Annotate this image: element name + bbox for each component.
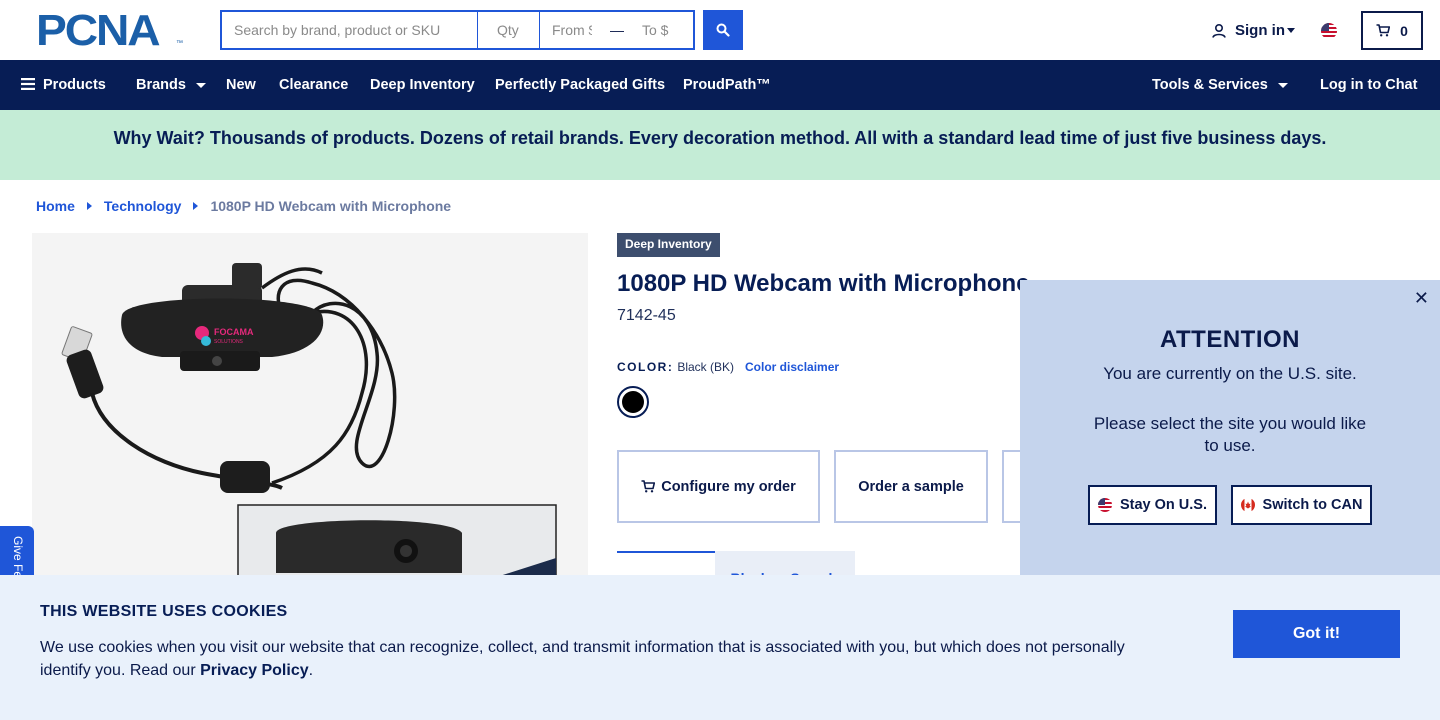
nav-proudpath[interactable]: ProudPath™ bbox=[683, 60, 771, 110]
nav-clearance[interactable]: Clearance bbox=[279, 60, 348, 110]
color-swatch-fill bbox=[622, 391, 644, 413]
image-logo-line2: SOLUTIONS bbox=[214, 339, 244, 345]
cookie-message-period: . bbox=[308, 662, 314, 679]
cookie-banner: THIS WEBSITE USES COOKIES We use cookies… bbox=[0, 575, 1440, 720]
sign-in-label: Sign in bbox=[1235, 22, 1285, 39]
nav-tools-label: Tools & Services bbox=[1152, 77, 1268, 93]
user-icon bbox=[1212, 23, 1226, 38]
attention-title: ATTENTION bbox=[1159, 326, 1301, 353]
price-range: — bbox=[540, 10, 695, 50]
price-from-input[interactable] bbox=[540, 13, 604, 47]
breadcrumb-separator-icon bbox=[86, 202, 92, 210]
search-input[interactable] bbox=[220, 10, 478, 50]
cookie-message: We use cookies when you visit our websit… bbox=[40, 636, 1150, 682]
stay-us-label: Stay On U.S. bbox=[1119, 497, 1208, 513]
search-button[interactable] bbox=[703, 10, 743, 50]
breadcrumb-separator-icon bbox=[193, 202, 199, 210]
chevron-down-icon bbox=[195, 82, 206, 88]
chevron-down-icon bbox=[1277, 82, 1288, 88]
order-sample-label: Order a sample bbox=[858, 478, 964, 495]
logo-text: PCNA bbox=[36, 6, 161, 55]
nav-products[interactable]: Products bbox=[21, 60, 106, 110]
cart-button[interactable]: 0 bbox=[1361, 11, 1423, 50]
breadcrumb-current: 1080P HD Webcam with Microphone bbox=[210, 198, 452, 214]
nav-gifts[interactable]: Perfectly Packaged Gifts bbox=[495, 60, 665, 110]
cookie-accept-button[interactable]: Got it! bbox=[1233, 610, 1400, 658]
site-header: PCNA ™ — Sign in bbox=[0, 0, 1440, 60]
breadcrumb-technology[interactable]: Technology bbox=[104, 198, 182, 214]
product-image[interactable]: FOCAMA SOLUTIONS bbox=[32, 233, 588, 633]
switch-can-button[interactable]: Switch to CAN bbox=[1231, 485, 1372, 525]
color-label: COLOR: bbox=[617, 360, 674, 374]
logo-trademark: ™ bbox=[176, 40, 183, 47]
order-sample-button[interactable]: Order a sample bbox=[834, 450, 988, 523]
attention-instruction: Please select the site you would like to… bbox=[1093, 414, 1367, 455]
nav-deep-inventory[interactable]: Deep Inventory bbox=[370, 60, 475, 110]
nav-brands[interactable]: Brands bbox=[136, 60, 206, 110]
search-icon bbox=[716, 23, 730, 37]
close-icon[interactable]: ✕ bbox=[1414, 288, 1429, 309]
us-flag-icon[interactable] bbox=[1321, 23, 1337, 39]
attention-current-site: You are currently on the U.S. site. bbox=[1103, 364, 1357, 383]
nav-chat-login[interactable]: Log in to Chat bbox=[1320, 60, 1417, 110]
canada-flag-icon bbox=[1240, 498, 1255, 512]
stay-us-button[interactable]: Stay On U.S. bbox=[1088, 485, 1217, 525]
cart-icon bbox=[641, 480, 656, 493]
qty-input[interactable] bbox=[478, 10, 540, 50]
privacy-policy-link[interactable]: Privacy Policy bbox=[200, 662, 309, 679]
main-nav: Products Brands New Clearance Deep Inven… bbox=[0, 60, 1440, 110]
chevron-down-icon bbox=[1287, 28, 1295, 33]
switch-can-label: Switch to CAN bbox=[1262, 497, 1363, 513]
product-sku: 7142-45 bbox=[617, 307, 676, 324]
breadcrumb: Home Technology 1080P HD Webcam with Mic… bbox=[36, 198, 451, 214]
pcna-logo[interactable]: PCNA ™ bbox=[36, 6, 186, 55]
color-value: Black (BK) bbox=[677, 360, 735, 374]
us-flag-icon bbox=[1097, 498, 1112, 512]
color-swatch-black[interactable] bbox=[617, 386, 649, 418]
webcam-illustration: FOCAMA SOLUTIONS bbox=[61, 263, 557, 633]
sign-in-menu[interactable]: Sign in bbox=[1211, 22, 1295, 39]
menu-icon bbox=[21, 78, 35, 90]
configure-order-label: Configure my order bbox=[661, 478, 796, 495]
promo-banner: Why Wait? Thousands of products. Dozens … bbox=[0, 110, 1440, 180]
site-selection-modal: ✕ ATTENTION You are currently on the U.S… bbox=[1020, 280, 1440, 580]
nav-brands-label: Brands bbox=[136, 77, 186, 93]
page: PCNA ™ — Sign in bbox=[0, 0, 1440, 720]
cart-icon bbox=[1376, 24, 1391, 37]
nav-products-label: Products bbox=[43, 77, 106, 93]
nav-tools-services[interactable]: Tools & Services bbox=[1152, 60, 1288, 110]
product-title: 1080P HD Webcam with Microphone bbox=[617, 270, 1030, 297]
cart-count: 0 bbox=[1400, 22, 1408, 39]
price-to-input[interactable] bbox=[630, 13, 694, 47]
promo-banner-text: Why Wait? Thousands of products. Dozens … bbox=[113, 128, 1327, 148]
deep-inventory-badge: Deep Inventory bbox=[617, 233, 720, 257]
color-disclaimer-link[interactable]: Color disclaimer bbox=[745, 360, 839, 374]
breadcrumb-home[interactable]: Home bbox=[36, 198, 75, 214]
image-logo-line1: FOCAMA bbox=[214, 327, 254, 337]
search-bar: — bbox=[220, 10, 743, 50]
color-row: COLOR: Black (BK) Color disclaimer bbox=[617, 360, 839, 374]
price-range-dash: — bbox=[610, 22, 624, 38]
cookie-title: THIS WEBSITE USES COOKIES bbox=[40, 603, 288, 620]
configure-order-button[interactable]: Configure my order bbox=[617, 450, 820, 523]
nav-new[interactable]: New bbox=[226, 60, 256, 110]
